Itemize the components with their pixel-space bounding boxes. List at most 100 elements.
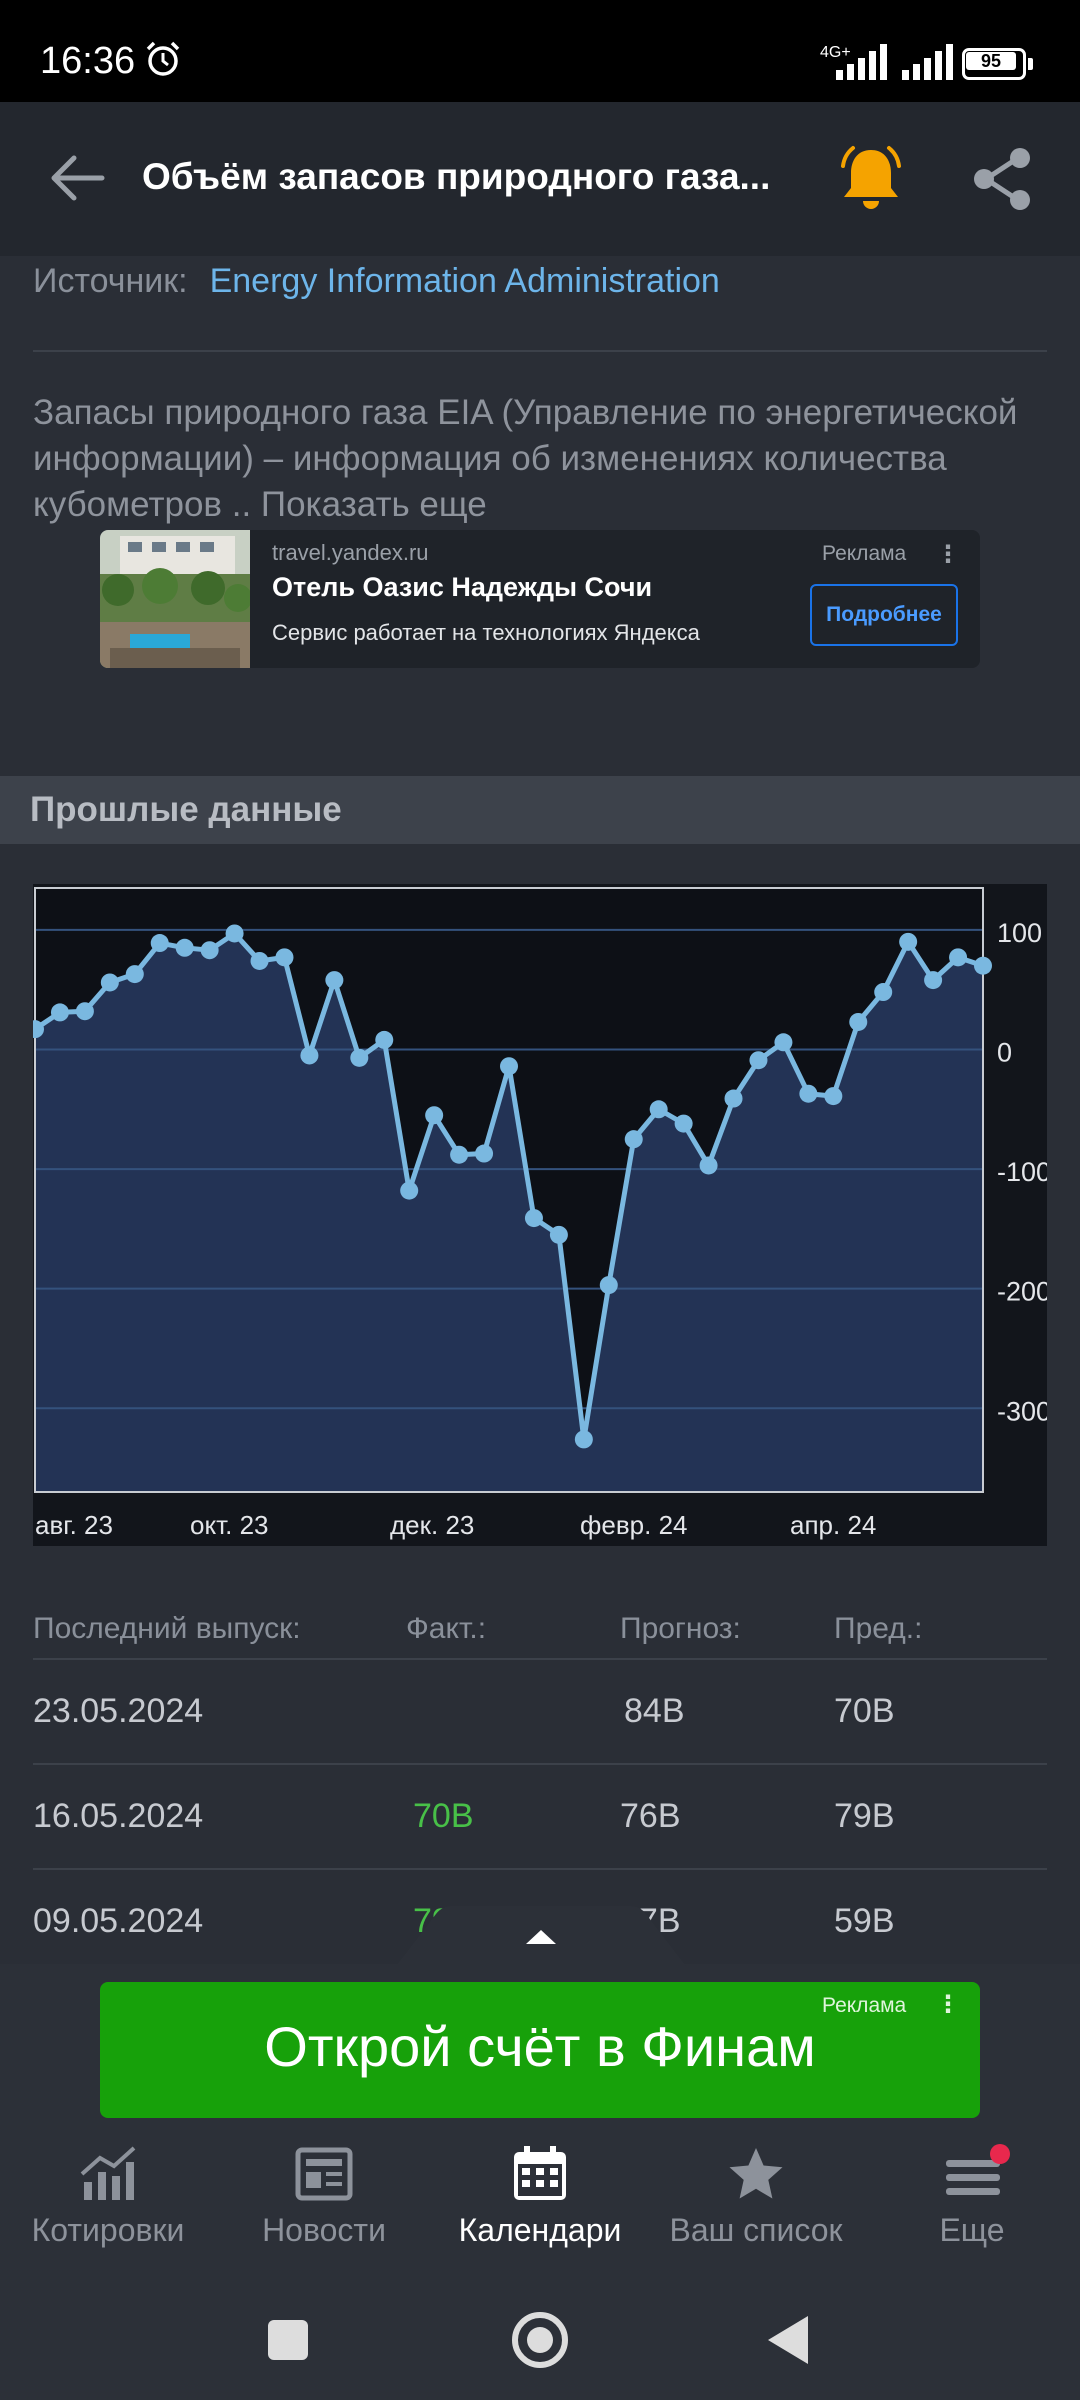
data-point [949, 948, 968, 967]
data-point [749, 1051, 768, 1070]
more-vert-icon[interactable]: ⋮ [936, 1990, 960, 2019]
cell-date: 23.05.2024 [33, 1692, 204, 1730]
screen: 16:36 4G+ 95 Объём запасов природного га… [0, 0, 1080, 2400]
data-point [400, 1181, 419, 1200]
data-point [574, 1430, 593, 1449]
tab-label: Котировки [31, 2212, 185, 2248]
data-point [824, 1087, 843, 1106]
system-back-button[interactable] [768, 2316, 808, 2364]
data-point [200, 941, 219, 960]
chart-icon [80, 2146, 136, 2200]
data-point [624, 1130, 643, 1149]
home-button[interactable] [512, 2312, 568, 2368]
data-point [674, 1114, 693, 1133]
tab-label: Календари [458, 2212, 622, 2248]
data-point [475, 1144, 494, 1163]
divider [33, 350, 1047, 352]
data-point [699, 1156, 718, 1175]
tab-more[interactable]: Еще [864, 2134, 1080, 2264]
data-point [150, 934, 169, 953]
status-bar: 16:36 4G+ 95 [0, 0, 1080, 102]
cell-date: 09.05.2024 [33, 1902, 204, 1940]
data-point [175, 938, 194, 957]
app-bar: Объём запасов природного газа... [0, 102, 1080, 256]
y-tick-label: -300 [997, 1396, 1047, 1426]
page-title: Объём запасов природного газа... [142, 156, 771, 197]
tab-news[interactable]: Новости [216, 2134, 432, 2264]
bell-icon[interactable] [836, 144, 906, 214]
data-point [549, 1225, 568, 1244]
y-tick-label: 100 [997, 918, 1042, 948]
signal-icon-2 [902, 44, 953, 80]
ad-domain: travel.yandex.ru [272, 540, 429, 565]
newspaper-icon [295, 2147, 353, 2201]
table-header: Последний выпуск: Факт.: Прогноз: Пред.: [33, 1598, 1047, 1658]
ad-banner-hotel[interactable]: travel.yandex.ru Отель Оазис Надежды Соч… [100, 530, 980, 668]
y-tick-label: 0 [997, 1037, 1012, 1067]
back-arrow-icon[interactable] [44, 146, 108, 210]
x-tick-label: авг. 23 [35, 1510, 113, 1540]
data-point [125, 965, 144, 984]
data-point [275, 948, 294, 967]
cell-forecast: 76B [620, 1797, 681, 1835]
ad-label: Реклама [822, 1994, 907, 2017]
ad-details-button[interactable]: Подробнее [810, 584, 958, 646]
data-point [375, 1030, 394, 1049]
expand-up-icon[interactable] [396, 1906, 686, 1966]
tab-calendars[interactable]: Календари [432, 2134, 648, 2264]
event-description[interactable]: Запасы природного газа EIA (Управление п… [33, 390, 1053, 530]
signal-icon [836, 44, 887, 80]
x-tick-label: дек. 23 [390, 1510, 474, 1540]
data-point [450, 1145, 469, 1164]
data-point [924, 971, 943, 990]
cell-actual: 70B [413, 1797, 474, 1835]
ad-label: Реклама [822, 542, 907, 565]
x-tick-label: апр. 24 [790, 1510, 876, 1540]
data-point [974, 956, 992, 975]
y-tick-label: -200 [997, 1277, 1047, 1307]
data-point [225, 924, 244, 943]
data-point [425, 1106, 444, 1125]
chart-svg: 100 0 -100 -200 -300 авг. 23 окт. 23 дек. 23 фев… [33, 887, 1047, 1540]
section-header: Прошлые данные [0, 776, 1080, 844]
notification-dot [990, 2144, 1010, 2164]
history-chart: 100 0 -100 -200 -300 авг. 23 окт. 23 дек. 23 фев… [33, 884, 1047, 1546]
data-point [724, 1089, 743, 1108]
x-tick-label: окт. 23 [190, 1510, 269, 1540]
data-point [799, 1084, 818, 1103]
more-vert-icon[interactable]: ⋮ [936, 540, 960, 569]
data-point [524, 1209, 543, 1228]
cell-forecast: 84B [624, 1692, 685, 1730]
table-row: 16.05.2024 70B 76B 79B [33, 1763, 1047, 1868]
recents-button[interactable] [268, 2320, 308, 2360]
ad-banner-finam[interactable]: Открой счёт в Финам Реклама ⋮ [100, 1982, 980, 2118]
tab-watchlist[interactable]: Ваш список [648, 2134, 864, 2264]
menu-icon [946, 2144, 1010, 2195]
star-icon [729, 2148, 783, 2199]
data-point [325, 971, 344, 990]
share-icon[interactable] [970, 146, 1036, 212]
system-nav-bar [0, 2268, 1080, 2400]
col-header-previous: Пред.: [834, 1612, 923, 1645]
data-point [874, 983, 893, 1002]
calendar-icon [514, 2146, 566, 2200]
table-row: 23.05.2024 84B 70B [33, 1658, 1047, 1763]
source-link[interactable]: Energy Information Administration [210, 262, 720, 300]
bottom-tab-bar: Котировки Новости Календари Ваш список Е… [0, 2134, 1080, 2264]
data-point [250, 951, 269, 970]
cell-date: 16.05.2024 [33, 1797, 204, 1835]
status-time: 16:36 [40, 40, 136, 82]
battery-icon: 95 [962, 48, 1034, 80]
col-header-forecast: Прогноз: [620, 1612, 741, 1645]
ad-finam-text[interactable]: Открой счёт в Финам [100, 2014, 980, 2079]
tab-quotes[interactable]: Котировки [0, 2134, 216, 2264]
cell-previous: 79B [834, 1797, 895, 1835]
data-point [774, 1033, 793, 1052]
ad-subtitle: Сервис работает на технологиях Яндекса [272, 620, 700, 645]
data-point [100, 973, 119, 992]
ad-headline[interactable]: Отель Оазис Надежды Сочи [272, 572, 652, 603]
section-title: Прошлые данные [30, 790, 342, 829]
cell-previous: 70B [834, 1692, 895, 1730]
y-tick-label: -100 [997, 1157, 1047, 1187]
x-tick-label: февр. 24 [580, 1510, 688, 1540]
